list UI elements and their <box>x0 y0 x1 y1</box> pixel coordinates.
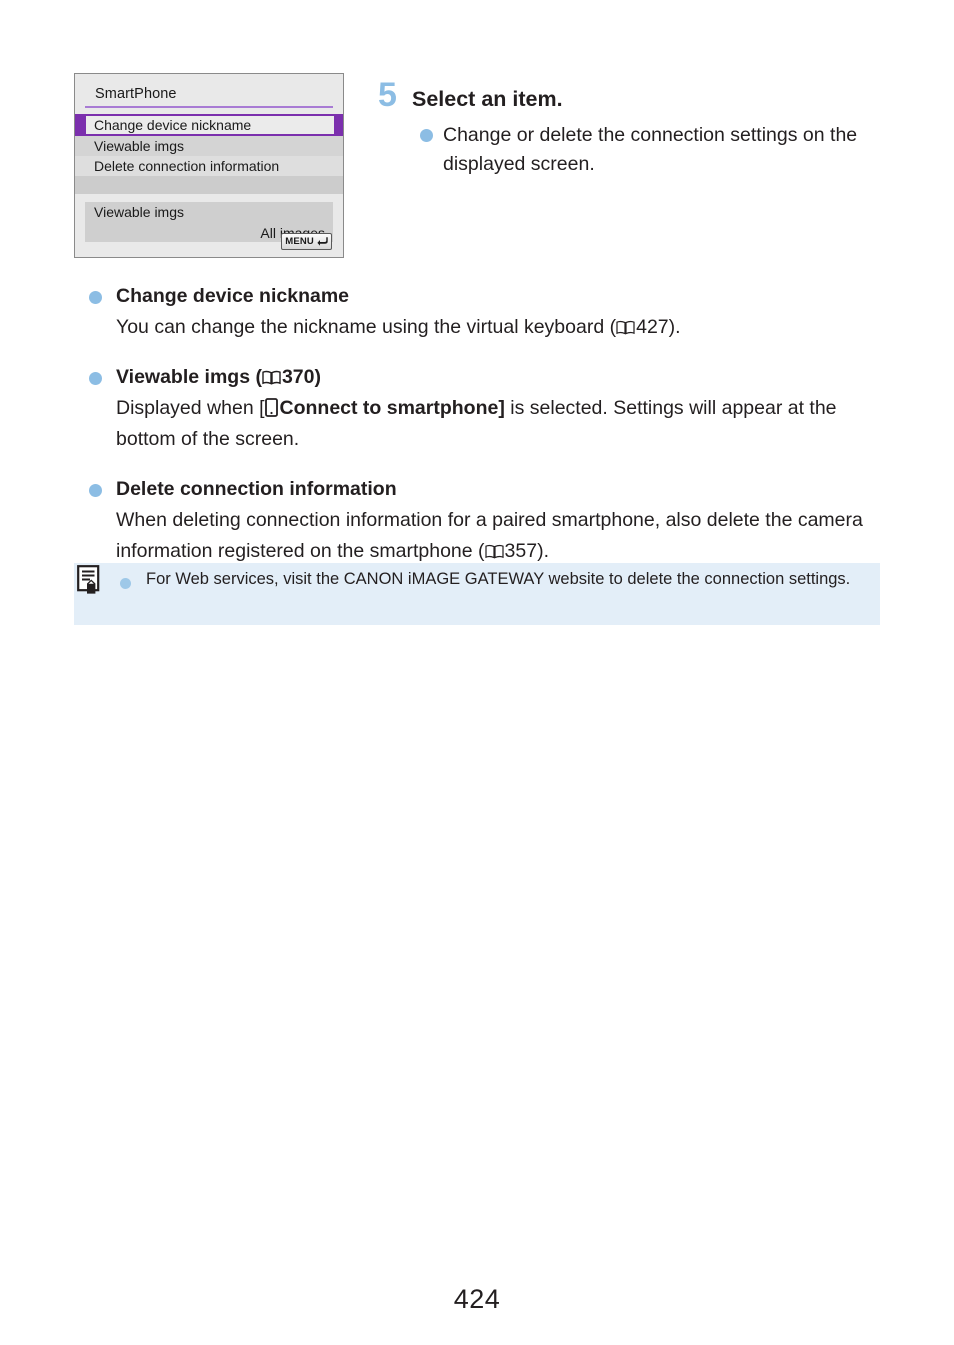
page-number: 424 <box>453 1284 501 1314</box>
menu-return-button[interactable]: MENU <box>281 233 332 250</box>
step-number: 5 <box>378 76 397 114</box>
paragraph-bold-text: Connect to smartphone] <box>279 397 505 419</box>
menu-row-label: Delete connection information <box>94 158 280 174</box>
smartphone-icon <box>264 396 278 417</box>
screen-title: SmartPhone <box>85 82 333 108</box>
paragraph-text-end: ). <box>668 316 681 338</box>
bullet-icon <box>89 372 102 385</box>
step-bullet-text: Change or delete the connection settings… <box>443 124 858 175</box>
note-callout-box: For Web services, visit the CANON iMAGE … <box>74 563 880 625</box>
menu-row-change-device-nickname[interactable]: Change device nickname <box>75 114 343 136</box>
book-reference-icon <box>262 366 281 385</box>
section-viewable-imgs: Viewable imgs ( 370) Displayed when [ Conn… <box>89 364 879 455</box>
sub-panel-label: Viewable imgs <box>94 204 185 220</box>
menu-row-label: Viewable imgs <box>94 138 185 154</box>
section-paragraph: Displayed when [Connect to smartphone] i… <box>89 393 879 455</box>
step-body: Change or delete the connection settings… <box>378 121 878 179</box>
section-paragraph: When deleting connection information for… <box>89 505 879 567</box>
section-paragraph: You can change the nickname using the vi… <box>89 312 879 343</box>
note-memo-icon <box>77 565 104 596</box>
bullet-icon <box>89 291 102 304</box>
menu-row-label: Change device nickname <box>85 115 335 135</box>
note-text: For Web services, visit the CANON iMAGE … <box>146 570 851 588</box>
section-delete-connection-information: Delete connection information When delet… <box>89 476 879 567</box>
camera-menu-screen-figure: SmartPhone Change device nickname Viewab… <box>74 73 344 258</box>
section-title: Change device nickname <box>116 285 350 307</box>
bullet-icon <box>120 578 131 589</box>
return-arrow-icon <box>317 233 328 251</box>
section-title: Delete connection information <box>116 478 397 500</box>
menu-row-viewable-imgs[interactable]: Viewable imgs <box>75 136 343 156</box>
section-header: Delete connection information <box>89 476 879 503</box>
section-change-device-nickname: Change device nickname You can change th… <box>89 283 879 343</box>
bullet-icon <box>89 484 102 497</box>
paragraph-text-end: ). <box>537 540 549 562</box>
section-title-text: Viewable imgs ( <box>116 366 262 388</box>
step-block: 5 Select an item. Change or delete the c… <box>378 78 878 179</box>
menu-row-spacer <box>75 176 343 194</box>
menu-row-delete-connection-information[interactable]: Delete connection information <box>75 156 343 176</box>
section-title-end: ) <box>314 366 322 388</box>
section-header: Change device nickname <box>89 283 879 310</box>
menu-button-label: MENU <box>285 236 314 247</box>
reference-page: 370 <box>281 366 315 388</box>
section-header: Viewable imgs ( 370) <box>89 364 879 391</box>
section-title: Viewable imgs ( 370) <box>116 364 321 391</box>
reference-page: 427 <box>636 316 669 338</box>
book-reference-icon <box>484 538 504 559</box>
paragraph-text: You can change the nickname using the vi… <box>116 316 617 338</box>
reference-page: 357 <box>504 540 538 562</box>
paragraph-text: Displayed when [ <box>116 397 265 419</box>
step-title: Select an item. <box>412 87 563 111</box>
bullet-icon <box>420 129 433 142</box>
book-reference-icon <box>616 314 635 335</box>
step-header: 5 Select an item. <box>378 78 878 114</box>
screen-menu-list: Change device nickname Viewable imgs Del… <box>75 114 343 194</box>
section-list: Change device nickname You can change th… <box>89 283 879 588</box>
